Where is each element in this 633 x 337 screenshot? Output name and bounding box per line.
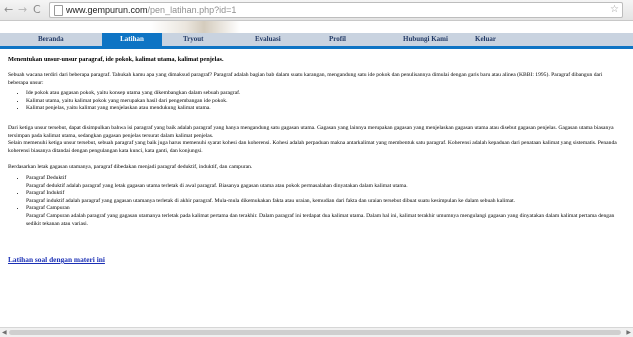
- list-item: Kalimat penjelas, yaitu kalimat yang men…: [26, 105, 622, 113]
- list-item-desc: Paragraf Campuran adalah paragraf yang g…: [26, 212, 615, 227]
- bookmark-star-icon[interactable]: ☆: [610, 3, 619, 17]
- nav-item-hubungi-kami[interactable]: Hubungi Kami: [403, 33, 448, 46]
- nav-item-keluar[interactable]: Keluar: [475, 33, 496, 46]
- list-item-title: Paragraf Campuran: [26, 205, 70, 212]
- practice-link[interactable]: Latihan soal dengan materi ini: [8, 255, 105, 264]
- nav-item-tryout[interactable]: Tryout: [183, 33, 203, 46]
- body-paragraph: Selain memenuhi ketiga unsur tersebut, s…: [8, 140, 617, 154]
- page-icon: [54, 5, 63, 16]
- reload-icon[interactable]: C: [33, 3, 41, 17]
- site-header: [0, 21, 633, 33]
- intro-paragraph: Sebuah wacana terdiri dari beberapa para…: [8, 72, 603, 86]
- list-item: Ide pokok atau gagasan pokok, yaitu kons…: [26, 90, 622, 98]
- list-item-desc: Paragraf deduktif adalah paragraf yang l…: [26, 182, 408, 189]
- nav-item-latihan[interactable]: Latihan: [102, 33, 162, 46]
- scrollbar-thumb[interactable]: [9, 330, 621, 335]
- paragraph-types-list: Paragraf Deduktif Paragraf deduktif adal…: [8, 175, 622, 228]
- browser-toolbar: ← → C www.gempurun.com/pen_latihan.php?i…: [0, 0, 633, 21]
- list-item: Paragraf Campuran Paragraf Campuran adal…: [26, 205, 622, 228]
- address-bar[interactable]: www.gempurun.com/pen_latihan.php?id=1 ☆: [49, 2, 623, 18]
- page-title: Menentukan unsur-unsur paragraf, ide pok…: [8, 56, 224, 63]
- nav-item-beranda[interactable]: Beranda: [38, 33, 64, 46]
- nav-item-profil[interactable]: Profil: [329, 33, 346, 46]
- header-decoration: [150, 21, 240, 33]
- main-nav: Beranda Latihan Tryout Evaluasi Profil H…: [0, 33, 633, 46]
- list-item: Paragraf Induktif Paragraf induktif adal…: [26, 190, 622, 205]
- list-item: Kalimat utama, yaitu kalimat pokok yang …: [26, 98, 622, 106]
- element-list: Ide pokok atau gagasan pokok, yaitu kons…: [8, 90, 622, 113]
- url-host: www.gempurun.com: [66, 5, 148, 15]
- list-item: Paragraf Deduktif Paragraf deduktif adal…: [26, 175, 622, 190]
- nav-item-evaluasi[interactable]: Evaluasi: [255, 33, 281, 46]
- list-item-title: Paragraf Deduktif: [26, 174, 67, 181]
- list-item-title: Paragraf Induktif: [26, 190, 65, 197]
- url-path: /pen_latihan.php?id=1: [147, 5, 237, 15]
- list-item-desc: Paragraf induktif adalah paragraf yang g…: [26, 197, 516, 204]
- body-paragraph: Berdasarkan letak gagasan utamanya, para…: [8, 164, 253, 171]
- body-paragraph: Dari ketiga unsur tersebut, dapat disimp…: [8, 124, 614, 139]
- url-text[interactable]: www.gempurun.com/pen_latihan.php?id=1: [66, 3, 236, 17]
- main-content: Menentukan unsur-unsur paragraf, ide pok…: [8, 56, 622, 266]
- back-arrow-icon[interactable]: ←: [4, 3, 13, 17]
- forward-arrow-icon[interactable]: →: [18, 3, 27, 17]
- nav-divider: [0, 46, 633, 49]
